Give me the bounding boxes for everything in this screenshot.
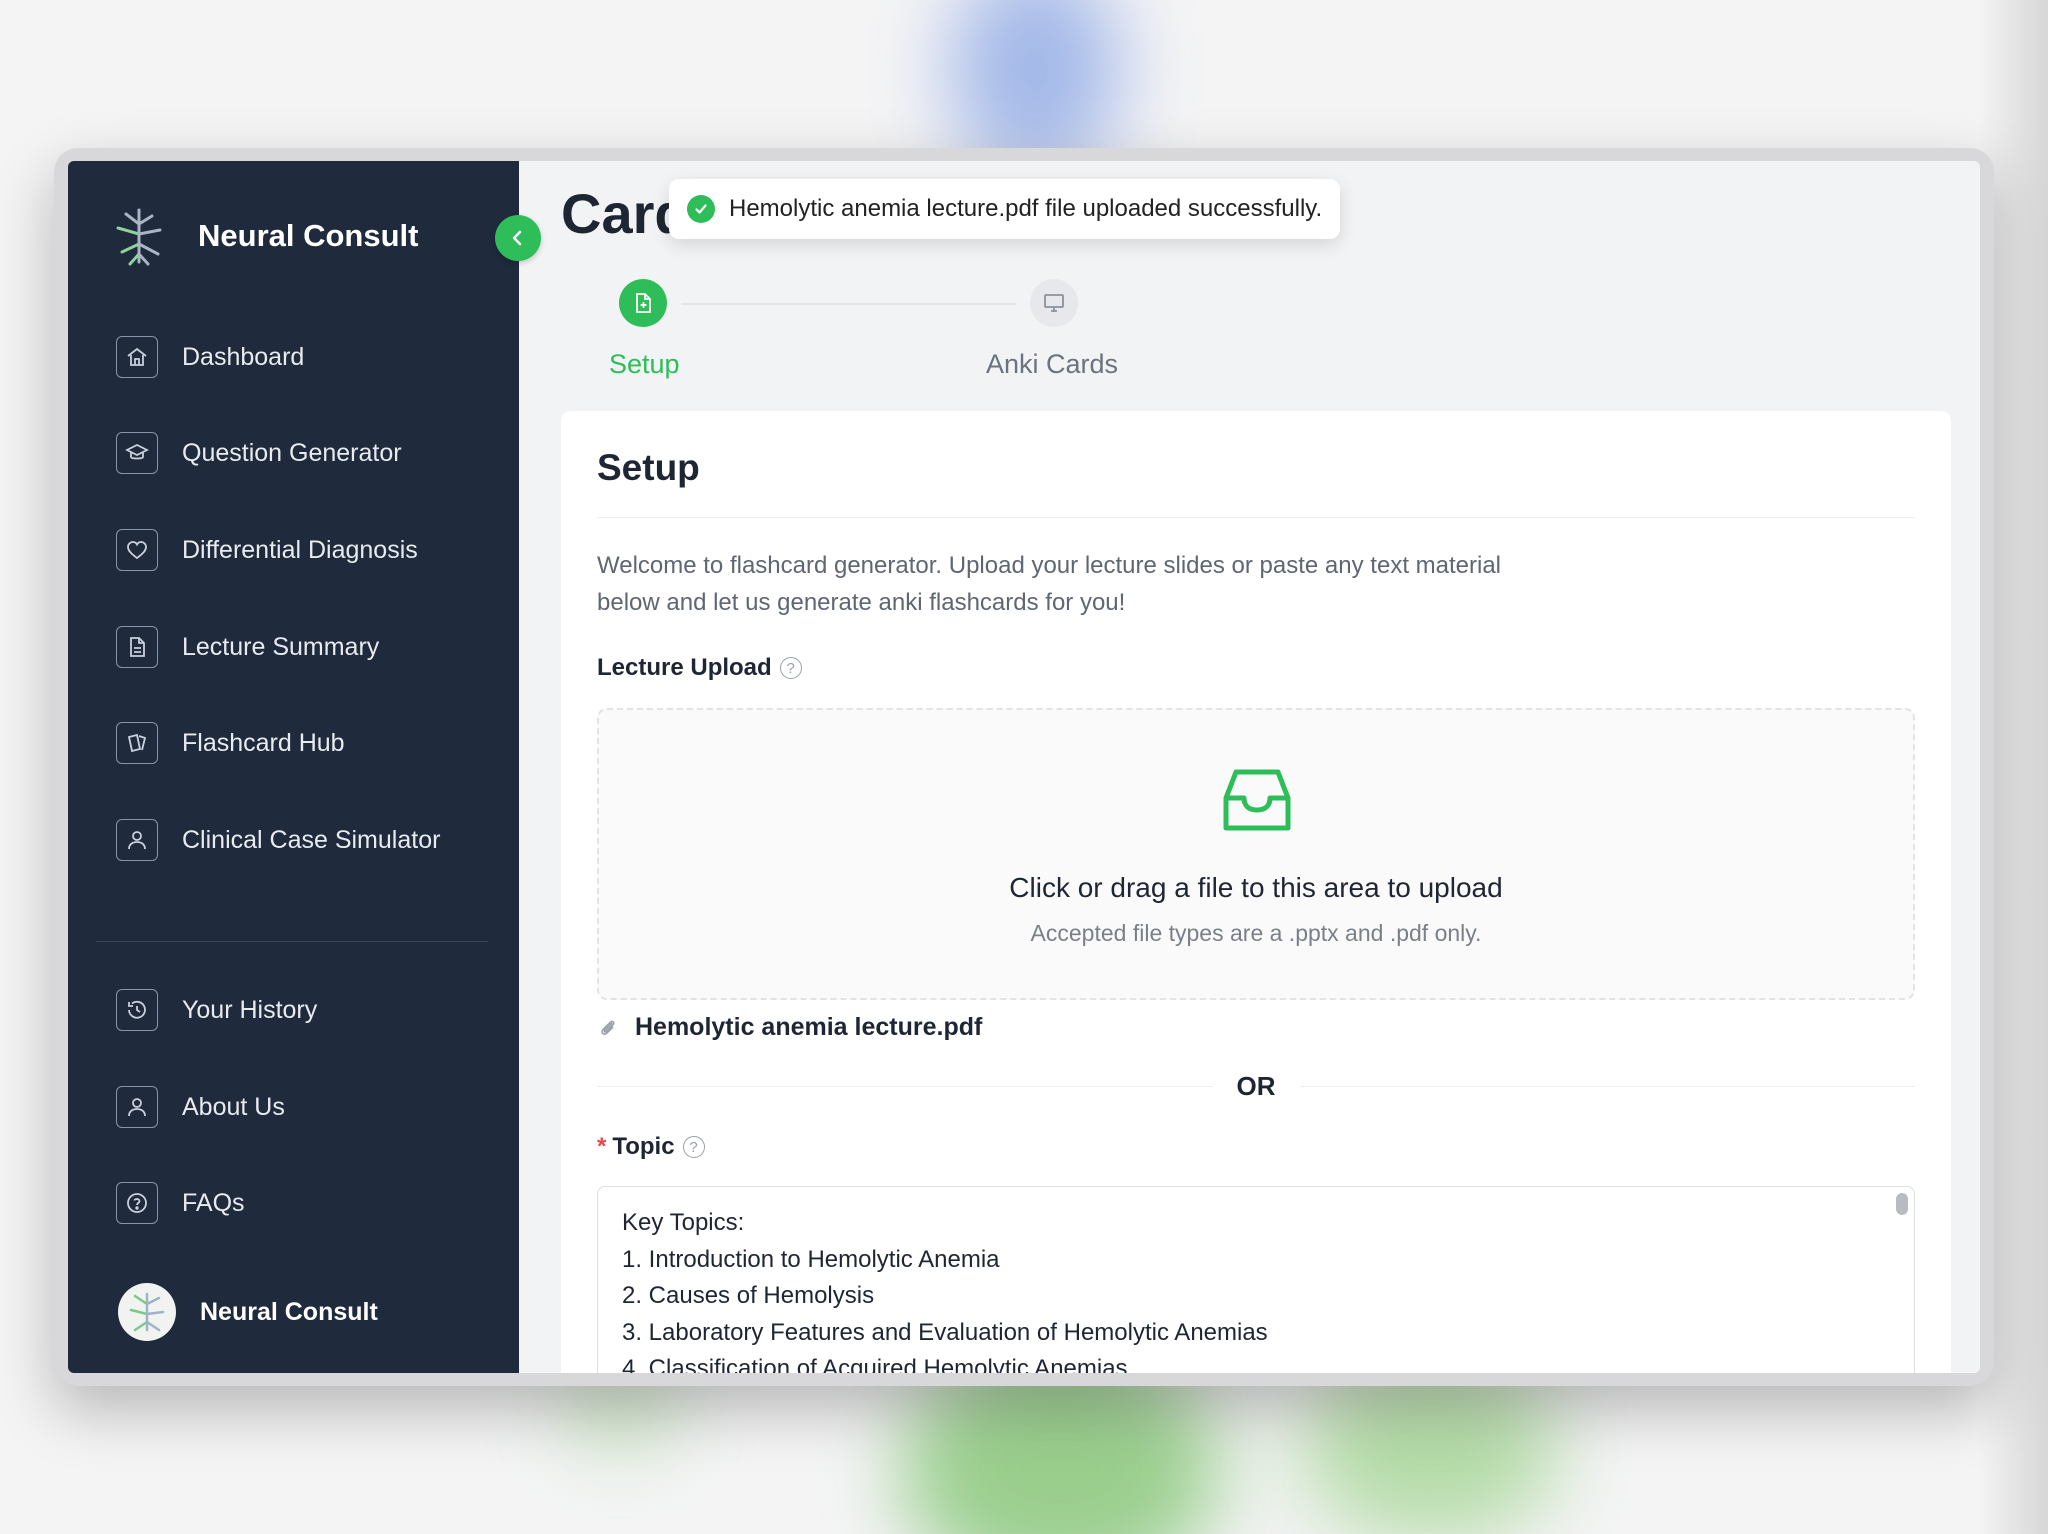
uploaded-file[interactable]: Hemolytic anemia lecture.pdf bbox=[597, 1013, 982, 1042]
brand-name: Neural Consult bbox=[198, 218, 419, 253]
divider bbox=[1299, 1085, 1915, 1087]
intro-text: Welcome to flashcard generator. Upload y… bbox=[597, 552, 1502, 616]
sidebar: Neural Consult Dashboard Question Genera… bbox=[68, 161, 519, 1373]
step-label: Setup bbox=[609, 349, 680, 379]
sidebar-item-clinical-case-simulator[interactable]: Clinical Case Simulator bbox=[116, 814, 440, 866]
dropzone-title: Click or drag a file to this area to upl… bbox=[1009, 872, 1503, 903]
sidebar-item-faqs[interactable]: FAQs bbox=[116, 1177, 245, 1229]
required-mark: * bbox=[597, 1133, 607, 1160]
step-label: Anki Cards bbox=[986, 349, 1119, 379]
profile-name: Neural Consult bbox=[200, 1297, 378, 1326]
monitor-icon bbox=[1044, 294, 1064, 312]
page-title: Card bbox=[561, 182, 671, 245]
sidebar-item-label: Lecture Summary bbox=[182, 632, 380, 661]
divider bbox=[597, 1085, 1213, 1087]
cards-icon bbox=[116, 722, 158, 764]
lecture-upload-label: Lecture Upload ? bbox=[597, 654, 802, 682]
sidebar-divider bbox=[96, 941, 488, 942]
neuron-logo-icon bbox=[116, 208, 162, 266]
sidebar-item-label: Flashcard Hub bbox=[182, 728, 345, 757]
sidebar-item-label: Differential Diagnosis bbox=[182, 535, 418, 564]
document-icon bbox=[116, 626, 158, 668]
heart-icon bbox=[116, 529, 158, 571]
brand[interactable]: Neural Consult bbox=[110, 199, 418, 273]
step-connector bbox=[681, 303, 1016, 305]
or-text: OR bbox=[1236, 1070, 1276, 1101]
sidebar-item-label: Clinical Case Simulator bbox=[182, 825, 441, 854]
check-circle-icon bbox=[687, 195, 715, 223]
paperclip-icon bbox=[601, 1020, 615, 1035]
step-anki-cards[interactable] bbox=[1030, 279, 1078, 327]
history-icon bbox=[116, 989, 158, 1031]
user-icon bbox=[116, 1086, 158, 1128]
topic-line: 2. Causes of Hemolysis bbox=[622, 1282, 875, 1309]
sidebar-item-flashcard-hub[interactable]: Flashcard Hub bbox=[116, 717, 345, 769]
sidebar-item-label: FAQs bbox=[182, 1188, 245, 1217]
inbox-icon bbox=[1223, 769, 1291, 831]
topic-line: 4. Classification of Acquired Hemolytic … bbox=[622, 1355, 1128, 1373]
sidebar-item-your-history[interactable]: Your History bbox=[116, 984, 317, 1036]
sidebar-item-lecture-summary[interactable]: Lecture Summary bbox=[116, 621, 379, 673]
chevron-left-icon bbox=[512, 230, 522, 246]
help-icon[interactable]: ? bbox=[682, 1136, 705, 1158]
or-separator: OR bbox=[597, 1066, 1915, 1106]
collapse-sidebar-button[interactable] bbox=[495, 215, 541, 261]
setup-card: Setup Welcome to flashcard generator. Up… bbox=[561, 411, 1951, 1373]
sidebar-item-label: Your History bbox=[182, 995, 318, 1024]
dropzone-subtitle: Accepted file types are a .pptx and .pdf… bbox=[1030, 920, 1482, 946]
background-blur-green bbox=[1300, 1360, 1560, 1534]
home-icon bbox=[116, 336, 158, 378]
sidebar-item-label: About Us bbox=[182, 1092, 285, 1121]
main-content: Card Hemolytic anemia lecture.pdf file u… bbox=[519, 161, 1980, 1373]
textarea-scrollbar[interactable] bbox=[1896, 1193, 1908, 1215]
user-profile[interactable]: Neural Consult bbox=[118, 1283, 378, 1341]
app-window: Neural Consult Dashboard Question Genera… bbox=[68, 161, 1980, 1373]
topic-line: 3. Laboratory Features and Evaluation of… bbox=[622, 1318, 1268, 1346]
avatar bbox=[118, 1283, 176, 1341]
sidebar-item-about-us[interactable]: About Us bbox=[116, 1081, 285, 1133]
sidebar-item-label: Dashboard bbox=[182, 342, 305, 371]
divider bbox=[597, 517, 1915, 518]
field-label-text: Lecture Upload bbox=[597, 654, 772, 681]
card-title: Setup bbox=[597, 447, 700, 488]
sidebar-item-dashboard[interactable]: Dashboard bbox=[116, 331, 304, 383]
sidebar-item-label: Question Generator bbox=[182, 438, 402, 467]
user-icon bbox=[116, 819, 158, 861]
help-icon[interactable]: ? bbox=[779, 657, 802, 679]
file-add-icon bbox=[636, 293, 651, 313]
steps: Setup Anki Cards bbox=[519, 279, 1419, 389]
topic-label: * Topic ? bbox=[597, 1133, 705, 1161]
sidebar-item-question-generator[interactable]: Question Generator bbox=[116, 427, 402, 479]
topic-textarea[interactable]: Key Topics: 1. Introduction to Hemolytic… bbox=[597, 1186, 1915, 1373]
topic-line: Key Topics: bbox=[622, 1209, 745, 1236]
field-label-text: Topic bbox=[612, 1133, 675, 1160]
question-circle-icon bbox=[116, 1182, 158, 1224]
topic-line: 1. Introduction to Hemolytic Anemia bbox=[622, 1245, 1000, 1273]
sidebar-item-differential-diagnosis[interactable]: Differential Diagnosis bbox=[116, 524, 418, 576]
neuron-logo-icon bbox=[129, 1292, 165, 1332]
step-setup[interactable] bbox=[619, 279, 667, 327]
upload-dropzone[interactable]: Click or drag a file to this area to upl… bbox=[597, 708, 1915, 1000]
upload-success-toast: Hemolytic anemia lecture.pdf file upload… bbox=[669, 179, 1341, 239]
graduation-cap-icon bbox=[116, 432, 158, 474]
toast-message: Hemolytic anemia lecture.pdf file upload… bbox=[729, 195, 1323, 222]
file-name: Hemolytic anemia lecture.pdf bbox=[635, 1013, 983, 1041]
